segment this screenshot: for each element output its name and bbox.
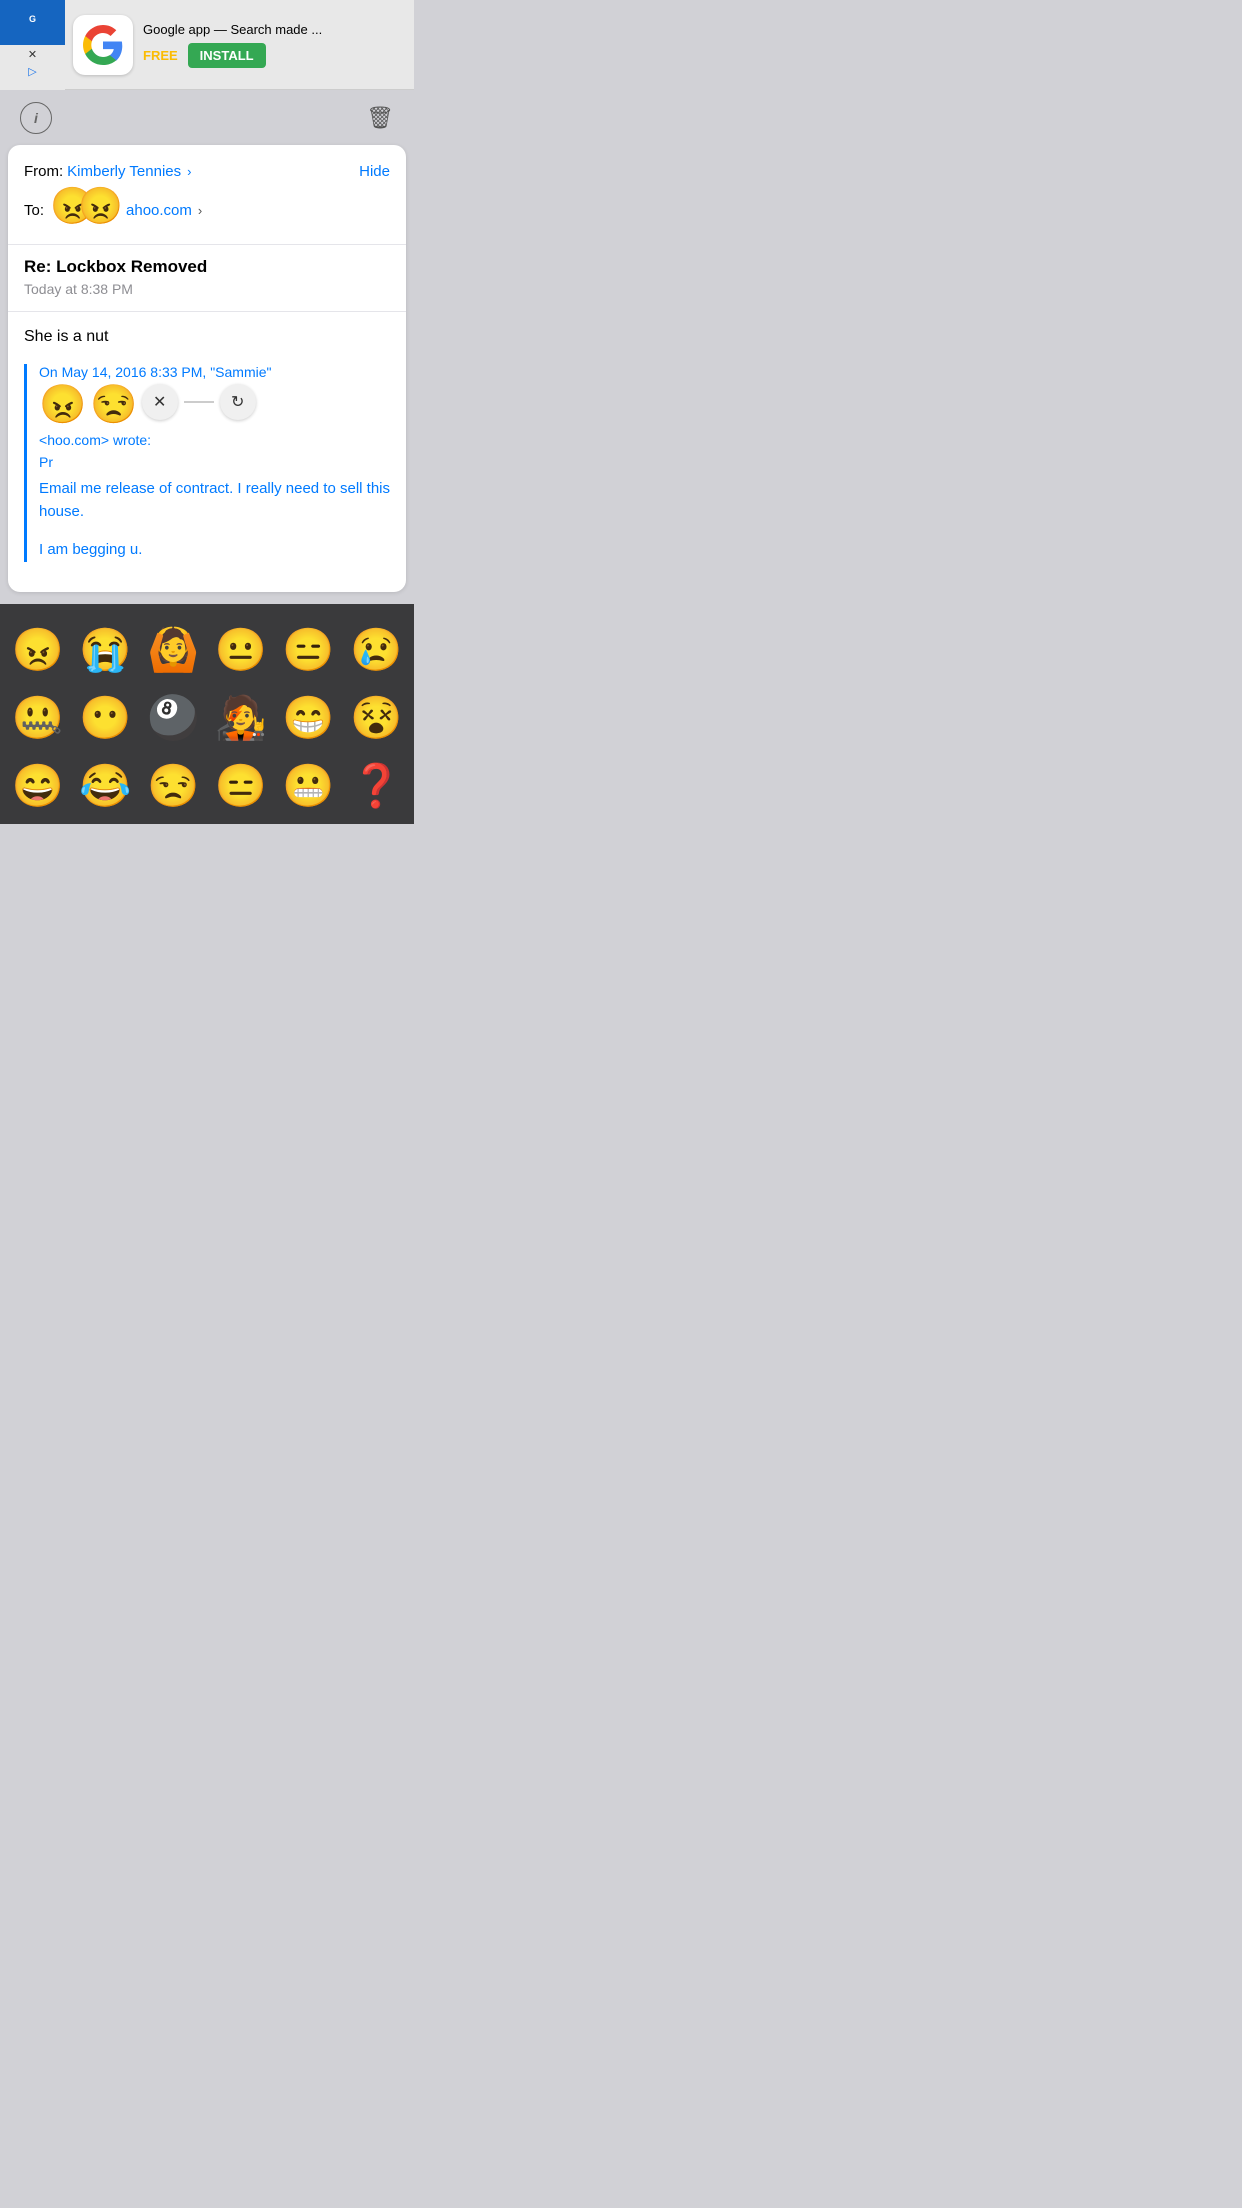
- emoji-picker: 😠 😭 🙆 😐 😑 😢 🤐 😶 🎱 🧑‍🎤 😁 😵 😄 😂 😒 😑 😬 ❓: [0, 604, 414, 824]
- emoji-cell-3-4[interactable]: 😑: [211, 756, 271, 816]
- emoji-cell-1-4[interactable]: 😐: [211, 620, 271, 680]
- emoji-popup-2: 😒: [90, 386, 137, 424]
- email-from-row: From: Kimberly Tennies › Hide: [24, 163, 390, 180]
- emoji-cell-3-3[interactable]: 😒: [143, 756, 203, 816]
- emoji-grid: 😠 😭 🙆 😐 😑 😢 🤐 😶 🎱 🧑‍🎤 😁 😵 😄 😂 😒 😑 😬 ❓: [8, 620, 406, 816]
- quoted-header: On May 14, 2016 8:33 PM, "Sammie": [39, 364, 390, 380]
- quoted-prefix: Pr: [39, 454, 390, 470]
- emoji-refresh-button[interactable]: ↻: [220, 384, 256, 420]
- emoji-cell-2-6[interactable]: 😵: [346, 688, 406, 748]
- emoji-cell-2-2[interactable]: 😶: [76, 688, 136, 748]
- email-to-row: To: 😠 😠 ahoo.com ›: [24, 188, 390, 232]
- ad-title: Google app — Search made ...: [143, 22, 404, 37]
- emoji-popup-1: 😠: [39, 386, 86, 424]
- emoji-cell-3-1[interactable]: 😄: [8, 756, 68, 816]
- emoji-cell-2-1[interactable]: 🤐: [8, 688, 68, 748]
- ad-app-icon: [73, 15, 133, 75]
- ad-content: Google app — Search made ... FREE INSTAL…: [133, 14, 414, 76]
- ad-banner: G ✕ ▷ Google app — Search made ... FREE …: [0, 0, 414, 90]
- toolbar: i 🗑: [0, 90, 414, 145]
- hide-button[interactable]: Hide: [359, 163, 390, 180]
- ad-close-x-icon[interactable]: ✕: [28, 48, 37, 61]
- quoted-body2: I am begging u.: [39, 539, 390, 562]
- to-address[interactable]: ahoo.com: [126, 202, 192, 219]
- emoji-remove-button[interactable]: ✕: [142, 384, 178, 420]
- email-card: From: Kimberly Tennies › Hide To: 😠 😠 ah…: [8, 145, 406, 592]
- divider-1: [8, 244, 406, 245]
- to-chevron-icon[interactable]: ›: [198, 203, 202, 218]
- emoji-angry-2: 😠: [78, 188, 123, 224]
- from-name[interactable]: Kimberly Tennies: [67, 163, 181, 180]
- quoted-block: On May 14, 2016 8:33 PM, "Sammie" 😠 😒 ✕ …: [24, 364, 390, 562]
- emoji-cell-2-4[interactable]: 🧑‍🎤: [211, 688, 271, 748]
- emoji-cell-1-6[interactable]: 😢: [346, 620, 406, 680]
- emoji-cell-2-3[interactable]: 🎱: [143, 688, 203, 748]
- trash-button[interactable]: 🗑: [366, 105, 394, 131]
- quoted-address: <hoo.com> wrote:: [39, 432, 390, 448]
- ad-free-label: FREE: [143, 48, 178, 63]
- from-chevron-icon[interactable]: ›: [187, 164, 191, 179]
- emoji-cell-1-3[interactable]: 🙆: [143, 620, 203, 680]
- from-label: From:: [24, 163, 63, 180]
- emoji-cell-1-5[interactable]: 😑: [279, 620, 339, 680]
- emoji-cell-2-5[interactable]: 😁: [279, 688, 339, 748]
- quoted-body: Email me release of contract. I really n…: [39, 478, 390, 523]
- emoji-cell-3-6[interactable]: ❓: [346, 756, 406, 816]
- divider-2: [8, 311, 406, 312]
- popup-line: [184, 401, 214, 403]
- emoji-cell-3-2[interactable]: 😂: [76, 756, 136, 816]
- ad-install-button[interactable]: INSTALL: [188, 43, 266, 68]
- info-button[interactable]: i: [20, 102, 52, 134]
- email-body: She is a nut: [24, 328, 390, 346]
- emoji-cell-1-1[interactable]: 😠: [8, 620, 68, 680]
- to-label: To:: [24, 202, 44, 219]
- ad-play-icon: ▷: [28, 65, 36, 78]
- emoji-cell-3-5[interactable]: 😬: [279, 756, 339, 816]
- email-subject: Re: Lockbox Removed: [24, 257, 390, 277]
- email-date: Today at 8:38 PM: [24, 281, 390, 297]
- emoji-cell-1-2[interactable]: 😭: [76, 620, 136, 680]
